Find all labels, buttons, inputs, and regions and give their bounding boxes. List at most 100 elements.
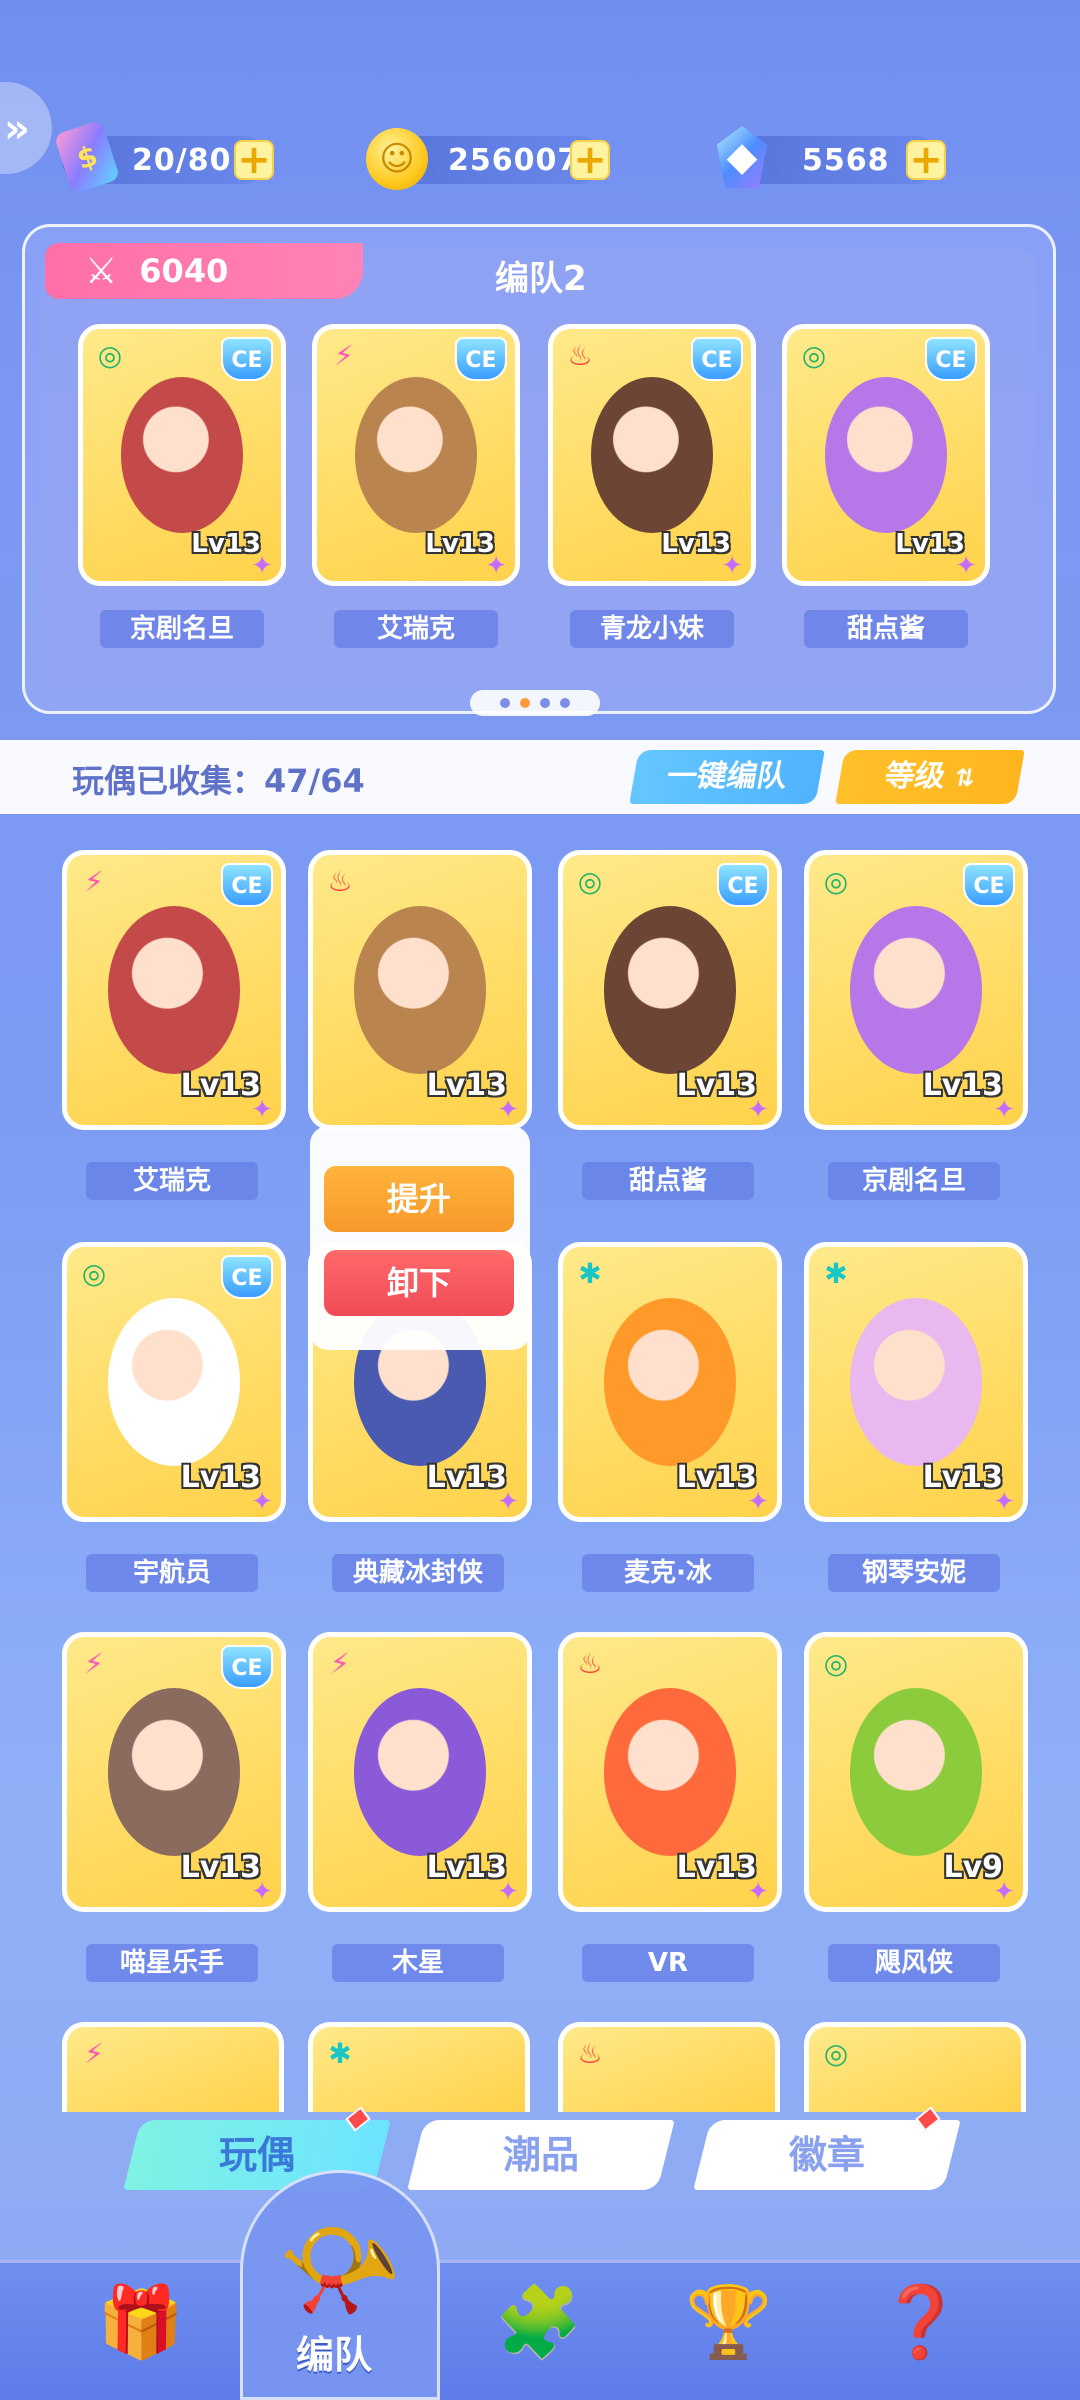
doll-card[interactable]: ♨ CE Lv13 ✦ [548, 324, 756, 586]
wind-element-icon: ◎ [801, 339, 827, 372]
one-click-team-button[interactable]: 一键编队 [629, 750, 825, 804]
add-gem-button[interactable]: + [906, 140, 946, 180]
doll-card[interactable]: ⚡ CE Lv13 ✦ [62, 1632, 286, 1912]
coin-icon: ☺ [366, 128, 428, 190]
doll-level: Lv13 [180, 1068, 261, 1103]
tab-badges[interactable]: 徽章 [693, 2106, 961, 2190]
doll-level: Lv13 [426, 1068, 507, 1103]
wind-element-icon: ◎ [823, 865, 849, 898]
nav-team-label: 编队 [296, 2333, 373, 2377]
add-coin-button[interactable]: + [570, 140, 610, 180]
ice-element-icon: ✱ [328, 2037, 352, 2070]
ce-crown-icon: CE [455, 337, 507, 381]
star-rank-icon: ✦ [993, 1095, 1015, 1125]
doll-card[interactable]: ◎ CE Lv13 ✦ [78, 324, 286, 586]
wind-element-icon: ◎ [823, 2037, 849, 2070]
ce-crown-icon: CE [221, 337, 273, 381]
gem-currency: ◆ 5568 + [716, 126, 946, 188]
crossed-swords-icon: ⚔ [85, 250, 118, 292]
doll-card[interactable]: ⚡ CE Lv13 ✦ [312, 324, 520, 586]
star-rank-icon: ✦ [747, 1095, 769, 1125]
gem-value: 5568 [802, 142, 890, 178]
sort-arrows-icon: ⇅ [952, 764, 978, 792]
doll-name-tag: VR [582, 1944, 754, 1982]
ice-element-icon: ✱ [824, 1257, 848, 1290]
doll-name-tag: 甜点酱 [582, 1162, 754, 1200]
doll-card-partial[interactable]: ♨ [558, 2022, 780, 2112]
doll-card[interactable]: ✱ Lv13 ✦ [558, 1242, 782, 1522]
page-dot[interactable] [500, 698, 510, 708]
remove-button[interactable]: 卸下 [324, 1250, 514, 1316]
doll-card[interactable]: ◎ Lv9 ✦ [804, 1632, 1028, 1912]
doll-card[interactable]: ◎ CE Lv13 ✦ [804, 850, 1028, 1130]
star-rank-icon: ✦ [721, 551, 743, 581]
star-rank-icon: ✦ [497, 1095, 519, 1125]
doll-card[interactable]: ⚡ Lv13 ✦ [308, 1632, 532, 1912]
doll-card[interactable]: ◎ CE Lv13 ✦ [62, 1242, 286, 1522]
ice-element-icon: ✱ [578, 1257, 602, 1290]
doll-card-partial[interactable]: ◎ [804, 2022, 1026, 2112]
doll-level: Lv13 [922, 1460, 1003, 1495]
sort-level-button[interactable]: 等级 ⇅ [835, 750, 1025, 804]
collection-count: 玩偶已收集：47/64 [72, 762, 365, 800]
ce-crown-icon: CE [963, 863, 1015, 907]
doll-name-tag: 甜点酱 [804, 610, 968, 648]
ce-crown-icon: CE [221, 863, 273, 907]
add-ticket-button[interactable]: + [234, 140, 274, 180]
nav-team-icon[interactable]: 📯 [270, 2200, 410, 2340]
doll-name-tag: 京剧名旦 [828, 1162, 1000, 1200]
doll-card[interactable]: ♨ Lv13 ✦ [308, 850, 532, 1130]
doll-name-tag: 艾瑞克 [334, 610, 498, 648]
tab-trend[interactable]: 潮品 [407, 2120, 675, 2190]
doll-level: Lv13 [426, 1460, 507, 1495]
star-rank-icon: ✦ [251, 1095, 273, 1125]
wind-element-icon: ◎ [97, 339, 123, 372]
nav-mystery-box-icon[interactable]: ❓ [856, 2262, 986, 2382]
ticket-currency: $ 20/80 + [53, 119, 274, 195]
thunder-element-icon: ⚡ [334, 339, 354, 372]
side-expand-tab[interactable]: » [0, 82, 52, 174]
page-dot-active[interactable] [520, 698, 530, 708]
nav-trophy-icon[interactable]: 🏆 [664, 2262, 794, 2382]
page-dot[interactable] [560, 698, 570, 708]
team-power-badge: ⚔ 6040 [45, 243, 363, 299]
doll-name-tag: 钢琴安妮 [828, 1554, 1000, 1592]
doll-card[interactable]: ⚡ CE Lv13 ✦ [62, 850, 286, 1130]
doll-card[interactable]: ✱ Lv13 ✦ [804, 1242, 1028, 1522]
doll-name-tag: 青龙小妹 [570, 610, 734, 648]
doll-level: Lv13 [426, 1850, 507, 1885]
upgrade-button[interactable]: 提升 [324, 1166, 514, 1232]
ce-crown-icon: CE [691, 337, 743, 381]
nav-shop-icon[interactable]: 🎁 [76, 2262, 206, 2382]
doll-level: Lv13 [676, 1068, 757, 1103]
doll-card-partial[interactable]: ✱ [308, 2022, 530, 2112]
team-power-value: 6040 [139, 252, 229, 290]
doll-level: Lv13 [676, 1460, 757, 1495]
fire-element-icon: ♨ [327, 865, 353, 898]
doll-card[interactable]: ♨ Lv13 ✦ [558, 1632, 782, 1912]
star-rank-icon: ✦ [747, 1877, 769, 1907]
fire-element-icon: ♨ [567, 339, 593, 372]
doll-level: Lv13 [180, 1850, 261, 1885]
nav-puzzle-icon[interactable]: 🧩 [474, 2262, 604, 2382]
team-name: 编队2 [495, 259, 587, 299]
doll-name-tag: 木星 [332, 1944, 504, 1982]
ticket-value: 20/80 [132, 142, 232, 178]
wind-element-icon: ◎ [823, 1647, 849, 1680]
ce-crown-icon: CE [925, 337, 977, 381]
collection-header: 玩偶已收集：47/64 一键编队 等级 ⇅ [0, 740, 1080, 814]
star-rank-icon: ✦ [251, 551, 273, 581]
doll-card[interactable]: ◎ CE Lv13 ✦ [782, 324, 990, 586]
doll-card-partial[interactable]: ⚡ [62, 2022, 284, 2112]
ticket-icon: $ [53, 119, 121, 195]
wind-element-icon: ◎ [577, 865, 603, 898]
doll-name-tag: 麦克·冰 [582, 1554, 754, 1592]
ce-crown-icon: CE [221, 1645, 273, 1689]
doll-card[interactable]: ◎ CE Lv13 ✦ [558, 850, 782, 1130]
thunder-element-icon: ⚡ [84, 1647, 104, 1680]
team-page-indicator[interactable] [470, 690, 600, 716]
doll-name-tag: 喵星乐手 [86, 1944, 258, 1982]
page-dot[interactable] [540, 698, 550, 708]
star-rank-icon: ✦ [251, 1487, 273, 1517]
star-rank-icon: ✦ [497, 1877, 519, 1907]
